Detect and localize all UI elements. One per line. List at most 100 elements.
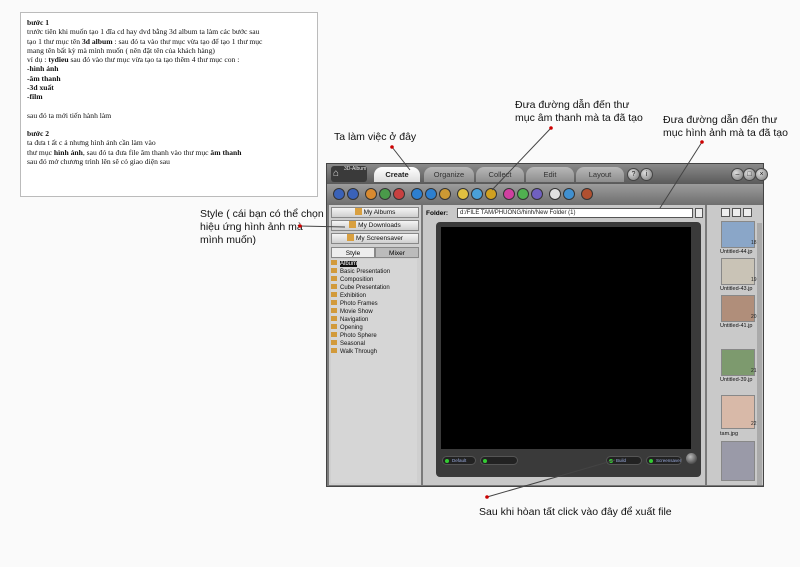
folder-item: -film: [27, 92, 43, 102]
import-icon[interactable]: [379, 188, 391, 200]
settings-icon[interactable]: [581, 188, 593, 200]
thumbnail-name: tam.jpg: [720, 431, 739, 437]
annotation-work-here: Ta làm việc ở đây: [334, 131, 417, 143]
help-icon[interactable]: ?: [627, 168, 640, 181]
folder-icon: [331, 324, 337, 329]
tab-style[interactable]: Style: [331, 247, 375, 258]
music-icon[interactable]: [549, 188, 561, 200]
folder-icon: [331, 260, 337, 265]
thumbnail-number: 20: [751, 314, 757, 320]
folder-icon: [331, 300, 337, 305]
thumbnail[interactable]: [721, 441, 755, 481]
step2-line: sau đó mở chương trình lên sẽ có giao di…: [27, 156, 170, 166]
annotation-export: Sau khi hòan tất click vào đây để xuất f…: [479, 506, 672, 518]
folder-icon[interactable]: [365, 188, 377, 200]
style-item[interactable]: Cube Presentation: [331, 284, 390, 292]
default-button[interactable]: Default: [442, 456, 476, 465]
preview-screen: [441, 227, 691, 449]
thumbnail-name: Untitled-41.jp: [720, 323, 753, 329]
paste-icon[interactable]: [517, 188, 529, 200]
style-item[interactable]: Seasonal: [331, 340, 365, 348]
back-icon[interactable]: [333, 188, 345, 200]
thumbnail-number: 18: [751, 240, 757, 246]
step1-line: ví dụ : tydieu sau đó vào thư mục vừa tạ…: [27, 55, 240, 65]
folder-icon: [331, 292, 337, 297]
left-panel: My Albums My Downloads My Screensaver St…: [329, 205, 421, 485]
my-screensaver-button[interactable]: My Screensaver: [331, 233, 419, 244]
edit-icon[interactable]: [485, 188, 497, 200]
folder-item: -3d xuất: [27, 83, 54, 93]
thumbnail[interactable]: [721, 221, 755, 248]
rotate-icon[interactable]: [531, 188, 543, 200]
style-item[interactable]: Navigation: [331, 316, 368, 324]
thumbnail-number: 21: [751, 368, 757, 374]
step1-title: bước 1: [27, 18, 50, 27]
tab-edit[interactable]: Edit: [526, 167, 574, 182]
thumbnail-name: Untitled-39.jp: [720, 377, 753, 383]
step1-line: tạo 1 thư mục tên 3d album : sau đó ta v…: [27, 36, 263, 46]
tab-collect[interactable]: Collect: [476, 167, 524, 182]
annotation-sound-path: Đưa đường dẫn đến thư mục âm thanh mà ta…: [515, 99, 643, 124]
screensaver-button[interactable]: Screensaver: [646, 456, 682, 465]
folder-icon: [331, 316, 337, 321]
copy-icon[interactable]: [503, 188, 515, 200]
thumbnail-name: Untitled-44.jp: [720, 249, 753, 255]
volume-knob[interactable]: [686, 453, 697, 464]
style-list: Album Basic Presentation Composition Cub…: [331, 259, 417, 483]
app-logo: ⌂ 3D-Album: [331, 166, 367, 182]
folder-icon: [331, 332, 337, 337]
forward-icon[interactable]: [347, 188, 359, 200]
pointer-dot: [549, 126, 553, 130]
thumbnail[interactable]: [721, 395, 755, 429]
style-item[interactable]: Photo Sphere: [331, 332, 377, 340]
pointer-dot: [485, 495, 489, 499]
center-panel: Folder: d:/FILE TAM/PHUONG/hinh/New Fold…: [423, 205, 705, 485]
step1-end: sau đó ta mới tiến hành làm: [27, 110, 112, 120]
my-albums-button[interactable]: My Albums: [331, 207, 419, 218]
folder-icon: [331, 284, 337, 289]
tab-layout[interactable]: Layout: [576, 167, 624, 182]
heart-icon[interactable]: [743, 208, 752, 217]
slider-control[interactable]: [480, 456, 518, 465]
frame-icon[interactable]: [439, 188, 451, 200]
thumbnail[interactable]: [721, 258, 755, 285]
my-downloads-button[interactable]: My Downloads: [331, 220, 419, 231]
thumbnail[interactable]: [721, 295, 755, 322]
style-item[interactable]: Composition: [331, 276, 373, 284]
tab-create[interactable]: Create: [374, 167, 420, 182]
style-item[interactable]: Album: [331, 260, 358, 268]
app-window: ⌂ 3D-Album Create Organize Collect Edit L…: [326, 163, 768, 487]
step2-title: bước 2: [27, 128, 50, 138]
folder-label: Folder:: [426, 210, 449, 217]
screensaver-icon: [347, 234, 355, 241]
tab-organize[interactable]: Organize: [424, 167, 474, 182]
zoom-in-icon[interactable]: [411, 188, 423, 200]
folder-item: -âm thanh: [27, 73, 61, 83]
thumbnail[interactable]: [721, 349, 755, 376]
text-icon[interactable]: [563, 188, 575, 200]
select-icon[interactable]: [471, 188, 483, 200]
download-icon: [349, 221, 357, 228]
folder-path-input[interactable]: d:/FILE TAM/PHUONG/hinh/New Folder (1): [457, 208, 693, 218]
info-icon[interactable]: i: [640, 168, 653, 181]
close-icon[interactable]: ×: [755, 168, 768, 181]
delete-icon[interactable]: [393, 188, 405, 200]
folder-icon: [331, 276, 337, 281]
style-item[interactable]: Basic Presentation: [331, 268, 390, 276]
browse-folder-button[interactable]: [695, 208, 703, 218]
style-item[interactable]: Walk Through: [331, 348, 377, 356]
edit-photo-icon[interactable]: [721, 208, 730, 217]
title-bar: ⌂ 3D-Album Create Organize Collect Edit L…: [327, 164, 768, 184]
zoom-out-icon[interactable]: [425, 188, 437, 200]
thumbnail-panel: 18 Untitled-44.jp 19 Untitled-43.jp 20 U…: [707, 205, 763, 485]
tab-mixer[interactable]: Mixer: [375, 247, 419, 258]
sort-icon[interactable]: [457, 188, 469, 200]
build-button[interactable]: Build: [606, 456, 642, 465]
brush-icon[interactable]: [732, 208, 741, 217]
folder-icon: [331, 308, 337, 313]
style-item[interactable]: Opening: [331, 324, 363, 332]
style-item[interactable]: Photo Frames: [331, 300, 378, 308]
style-item[interactable]: Movie Show: [331, 308, 373, 316]
thumbnail-scrollbar[interactable]: [757, 223, 762, 485]
style-item[interactable]: Exhibition: [331, 292, 366, 300]
